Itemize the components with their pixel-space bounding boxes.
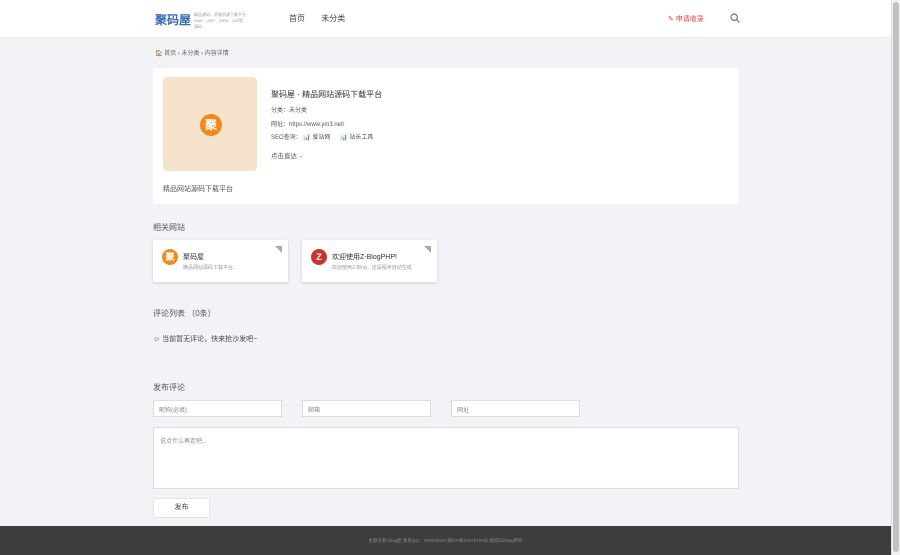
no-comment-message: ☺ 当前暂无评论，快来抢沙发吧~ — [153, 336, 258, 343]
nav-home[interactable]: 首页 — [289, 14, 305, 23]
main-nav: 首页 未分类 — [289, 13, 359, 24]
site-description: 精品网站源码下载平台 — [163, 186, 233, 193]
site-title: 聚码屋 - 精品网站源码下载平台 — [271, 90, 383, 99]
post-comment-title: 发布评论 — [153, 383, 185, 392]
footer-text: 主题作者zblog屋 联系QQ：792063026 湘ICP备19375780号… — [368, 538, 523, 543]
nav-uncategorized[interactable]: 未分类 — [321, 14, 345, 23]
comment-textarea[interactable]: 说点什么再走吧... — [153, 427, 739, 489]
name-field[interactable]: 昵称(必填) — [153, 400, 282, 417]
seo-label: SEO查询： — [271, 135, 302, 141]
related-site-name[interactable]: 聚码屋 — [183, 252, 204, 262]
site-url: 网址：https://www.ym3.net/ — [271, 122, 345, 128]
related-site-desc: 精品网站源码下载平台... — [183, 265, 238, 271]
comment-list-title: 评论列表 （0条） — [153, 309, 216, 318]
page-footer: 主题作者zblog屋 联系QQ：792063026 湘ICP备19375780号… — [0, 526, 891, 555]
site-detail-card: 聚 聚码屋 - 精品网站源码下载平台 分类：未分类 网址：https://www… — [153, 68, 739, 204]
apply-listing-link[interactable]: ✎ 申请收录 — [668, 14, 704, 24]
related-sites-title: 相关网站 — [153, 223, 185, 232]
visit-site-link[interactable]: 点击直达→ — [271, 150, 304, 160]
related-site-name[interactable]: 欢迎使用Z-BlogPHP! — [332, 252, 397, 262]
seo-query: SEO查询： 📊 爱站网 📊 站长工具 — [271, 132, 381, 141]
seo-link-chinaz[interactable]: 📊 站长工具 — [340, 135, 373, 141]
scrollbar-thumb[interactable] — [893, 2, 899, 552]
website-field[interactable]: 网址 — [451, 400, 580, 417]
top-header: 聚码屋 精品源码，资源资源下载平台 WAP、APP、WEB、AIR等，源码… 首… — [0, 0, 891, 38]
vertical-scrollbar[interactable] — [891, 0, 900, 555]
logo-tagline: 精品源码，资源资源下载平台 WAP、APP、WEB、AIR等，源码… — [194, 12, 247, 29]
corner-marker — [275, 246, 282, 253]
breadcrumb[interactable]: 🏠 首页 › 未分类 › 内容详情 — [155, 48, 229, 57]
related-site-card[interactable]: Z 欢迎使用Z-BlogPHP! 欢迎使用Z-Blog，这是程序自动生成 — [302, 240, 437, 282]
submit-comment-button[interactable]: 发布 — [153, 498, 210, 518]
site-thumbnail: 聚 — [163, 77, 257, 171]
search-icon[interactable] — [730, 13, 740, 23]
site-logo[interactable]: 聚码屋 — [155, 11, 191, 28]
corner-marker — [424, 246, 431, 253]
related-site-icon: 聚 — [162, 249, 178, 265]
seo-link-aizhan[interactable]: 📊 爱站网 — [303, 135, 330, 141]
site-category: 分类：未分类 — [271, 108, 308, 114]
email-field[interactable]: 邮箱 — [302, 400, 431, 417]
related-site-card[interactable]: 聚 聚码屋 精品网站源码下载平台... — [153, 240, 288, 282]
site-logo-badge: 聚 — [200, 114, 222, 136]
related-site-desc: 欢迎使用Z-Blog，这是程序自动生成 — [332, 265, 412, 271]
related-site-icon: Z — [311, 249, 327, 265]
